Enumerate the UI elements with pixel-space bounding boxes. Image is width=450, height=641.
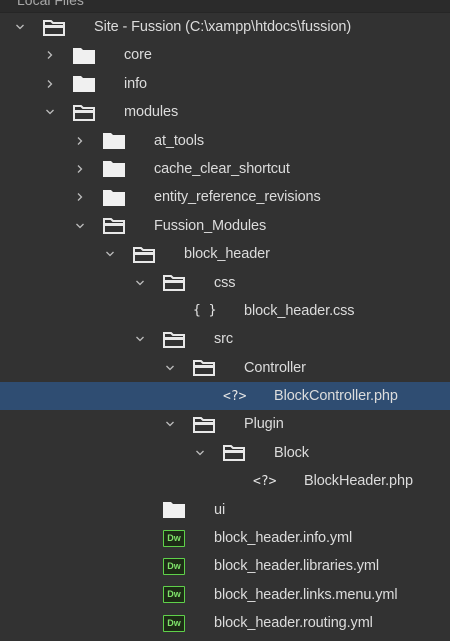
chevron-down-icon[interactable] (132, 325, 148, 353)
chevron-down-icon[interactable] (12, 13, 28, 41)
folder-open-icon (193, 354, 215, 382)
tree-item-label: cache_clear_shortcut (154, 160, 290, 177)
tree-item-label: block_header.info.yml (214, 530, 353, 547)
tree-row[interactable]: Block (0, 439, 450, 467)
tree-item-label: modules (124, 104, 179, 121)
dreamweaver-file-icon: Dw (163, 552, 185, 580)
folder-open-icon (163, 325, 185, 353)
tree-item-label: Fussion_Modules (154, 217, 267, 234)
folder-open-icon (103, 212, 125, 240)
tree-item-label: Controller (244, 359, 306, 376)
tree-item-label: Block (274, 444, 309, 461)
tree-item-label: core (124, 47, 152, 64)
folder-closed-icon (103, 183, 125, 211)
panel-title: Local Files (17, 0, 84, 8)
php-file-icon: <?> (253, 467, 276, 495)
tree-row[interactable]: Dw block_header.routing.yml (0, 609, 450, 637)
tree-row[interactable]: Dw block_header.libraries.yml (0, 552, 450, 580)
chevron-right-icon[interactable] (42, 41, 58, 69)
tree-item-label: src (214, 331, 234, 348)
chevron-right-icon[interactable] (72, 183, 88, 211)
dreamweaver-file-icon: Dw (163, 524, 185, 552)
tree-row[interactable]: Site - Fussion (C:\xampp\htdocs\fussion) (0, 13, 450, 41)
tree-item-label: entity_reference_revisions (154, 189, 321, 206)
folder-closed-icon (103, 127, 125, 155)
chevron-down-icon[interactable] (162, 410, 178, 438)
tree-row[interactable]: entity_reference_revisions (0, 183, 450, 211)
tree-row[interactable]: modules (0, 98, 450, 126)
chevron-down-icon[interactable] (162, 354, 178, 382)
tree-row[interactable]: Plugin (0, 410, 450, 438)
folder-open-icon (223, 439, 245, 467)
tree-row[interactable]: { } block_header.css (0, 297, 450, 325)
tree-item-label: block_header.links.menu.yml (214, 586, 398, 603)
tree-item-label: css (214, 274, 236, 291)
tree-item-label: at_tools (154, 132, 204, 149)
tree-row[interactable]: css (0, 269, 450, 297)
tree-item-label: Site - Fussion (C:\xampp\htdocs\fussion) (94, 19, 352, 35)
file-type-glyph: <?> (223, 388, 247, 404)
chevron-down-icon[interactable] (102, 240, 118, 268)
dreamweaver-badge: Dw (163, 529, 185, 547)
tree-item-label: block_header.routing.yml (214, 615, 373, 632)
folder-open-icon (163, 269, 185, 297)
tree-row[interactable]: Controller (0, 354, 450, 382)
chevron-right-icon[interactable] (42, 70, 58, 98)
dreamweaver-badge: Dw (163, 614, 185, 632)
tree-item-label: BlockController.php (274, 388, 398, 405)
tree-item-label: info (124, 75, 147, 92)
chevron-right-icon[interactable] (72, 127, 88, 155)
tree-row[interactable]: cache_clear_shortcut (0, 155, 450, 183)
php-file-icon: <?> (223, 382, 246, 410)
chevron-down-icon[interactable] (132, 269, 148, 297)
chevron-down-icon[interactable] (72, 212, 88, 240)
file-type-glyph: <?> (253, 473, 277, 489)
folder-open-icon (73, 98, 95, 126)
chevron-down-icon[interactable] (42, 98, 58, 126)
dreamweaver-file-icon: Dw (163, 609, 185, 637)
dreamweaver-badge: Dw (163, 557, 185, 575)
folder-open-icon (133, 240, 155, 268)
tree-row[interactable]: <?> BlockHeader.php (0, 467, 450, 495)
css-file-icon: { } (193, 297, 216, 325)
tree-item-label: block_header.css (244, 302, 355, 319)
folder-closed-icon (103, 155, 125, 183)
folder-open-icon (193, 410, 215, 438)
tree-item-label: block_header.libraries.yml (214, 558, 380, 575)
dreamweaver-file-icon: Dw (163, 581, 185, 609)
file-type-glyph: { } (193, 303, 217, 319)
folder-closed-icon (73, 41, 95, 69)
tree-row[interactable]: ui (0, 496, 450, 524)
tree-row[interactable]: src (0, 325, 450, 353)
tree-row[interactable]: Dw block_header.links.menu.yml (0, 581, 450, 609)
dreamweaver-badge: Dw (163, 586, 185, 604)
tree-row[interactable]: Dw block_header.info.yml (0, 524, 450, 552)
tree-row[interactable]: Fussion_Modules (0, 212, 450, 240)
file-tree: Site - Fussion (C:\xampp\htdocs\fussion)… (0, 13, 450, 638)
tree-item-label: Plugin (244, 416, 284, 433)
folder-closed-icon (73, 70, 95, 98)
tree-item-label: ui (214, 501, 226, 518)
tree-row[interactable]: block_header (0, 240, 450, 268)
tree-row-selected[interactable]: <?> BlockController.php (0, 382, 450, 411)
folder-open-icon (43, 13, 65, 41)
tree-row[interactable]: info (0, 70, 450, 98)
chevron-right-icon[interactable] (72, 155, 88, 183)
folder-closed-icon (163, 496, 185, 524)
tree-item-label: block_header (184, 246, 270, 263)
tree-row[interactable]: at_tools (0, 127, 450, 155)
chevron-down-icon[interactable] (192, 439, 208, 467)
tree-row[interactable]: core (0, 41, 450, 69)
panel-header[interactable]: Local Files (0, 0, 450, 13)
tree-item-label: BlockHeader.php (304, 473, 413, 490)
